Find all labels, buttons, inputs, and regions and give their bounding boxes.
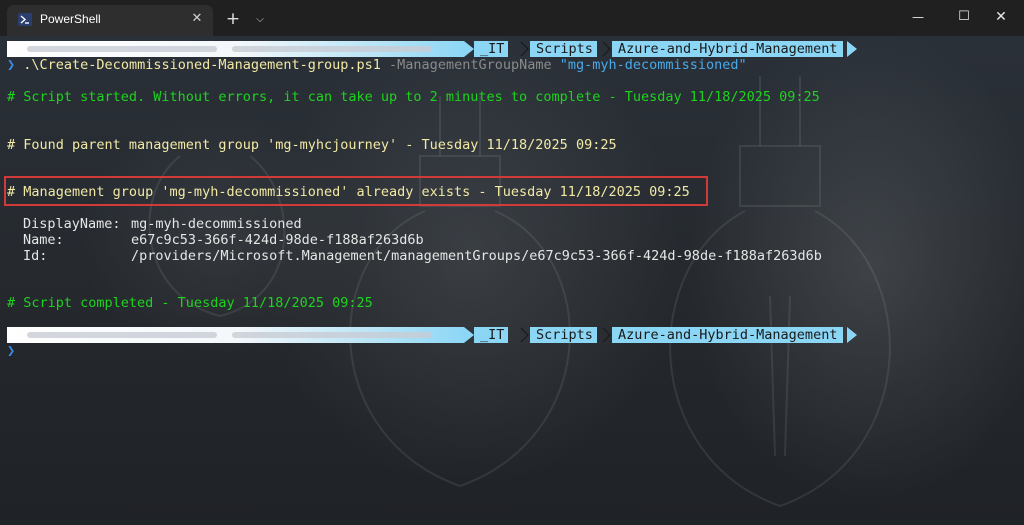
property-row: Name: e67c9c53-366f-424d-98de-f188af263d6… — [7, 232, 424, 248]
title-bar: PowerShell ✕ + ⌵ — ☐ ✕ — [0, 0, 1024, 36]
command-line: ❯ .\Create-Decommissioned-Management-gro… — [7, 57, 747, 73]
lightbulb-background-image — [148, 76, 891, 508]
prompt-caret-icon: ❯ — [7, 343, 16, 359]
output-started: # Script started. Without errors, it can… — [7, 89, 820, 105]
command-value: "mg-myh-decommissioned" — [559, 57, 747, 73]
prompt-segment-it: _IT — [474, 327, 509, 343]
prompt-caret-icon: ❯ — [7, 57, 16, 73]
property-row: DisplayName: mg-myh-decommissioned — [7, 216, 302, 232]
chevron-right-icon — [520, 41, 529, 57]
prompt-user-host-segment — [7, 327, 464, 343]
prompt-separator-icon — [464, 41, 474, 57]
command-param: -ManagementGroupName — [389, 57, 552, 73]
tab-powershell[interactable]: PowerShell ✕ — [7, 5, 213, 36]
tab-dropdown-button[interactable]: ⌵ — [250, 9, 270, 31]
new-tab-button[interactable]: + — [222, 9, 244, 31]
input-line[interactable]: ❯ — [7, 343, 15, 359]
powershell-icon — [18, 13, 32, 26]
terminal-pane[interactable]: _IT Scripts Azure-and-Hybrid-Management … — [0, 36, 1024, 525]
property-label: DisplayName: — [23, 216, 121, 232]
output-found-parent: # Found parent management group 'mg-myhc… — [7, 137, 617, 153]
chevron-right-icon — [602, 327, 611, 343]
prompt-segment-folder: Azure-and-Hybrid-Management — [612, 327, 844, 343]
property-label: Name: — [23, 232, 64, 248]
property-row: Id: /providers/Microsoft.Management/manag… — [7, 248, 822, 264]
tab-close-icon[interactable]: ✕ — [187, 9, 207, 29]
tab-title: PowerShell — [40, 12, 101, 26]
prompt-end-icon — [847, 327, 857, 343]
prompt-segment-it: _IT — [474, 41, 509, 57]
prompt-segment-scripts: Scripts — [530, 41, 597, 57]
command-script: .\Create-Decommissioned-Management-group… — [23, 57, 381, 73]
prompt-segment-folder: Azure-and-Hybrid-Management — [612, 41, 844, 57]
close-button[interactable]: ✕ — [978, 0, 1024, 34]
chevron-right-icon — [602, 41, 611, 57]
property-value: /providers/Microsoft.Management/manageme… — [131, 248, 822, 264]
chevron-right-icon — [520, 327, 529, 343]
prompt-end-icon — [847, 41, 857, 57]
property-value: mg-myh-decommissioned — [131, 216, 302, 232]
minimize-button[interactable]: — — [895, 0, 941, 34]
prompt-user-host-segment — [7, 41, 464, 57]
output-already-exists: # Management group 'mg-myh-decommissione… — [7, 184, 690, 200]
prompt-segment-scripts: Scripts — [530, 327, 597, 343]
prompt-separator-icon — [464, 327, 474, 343]
output-completed: # Script completed - Tuesday 11/18/2025 … — [7, 295, 373, 311]
property-value: e67c9c53-366f-424d-98de-f188af263d6b — [131, 232, 424, 248]
property-label: Id: — [23, 248, 48, 264]
